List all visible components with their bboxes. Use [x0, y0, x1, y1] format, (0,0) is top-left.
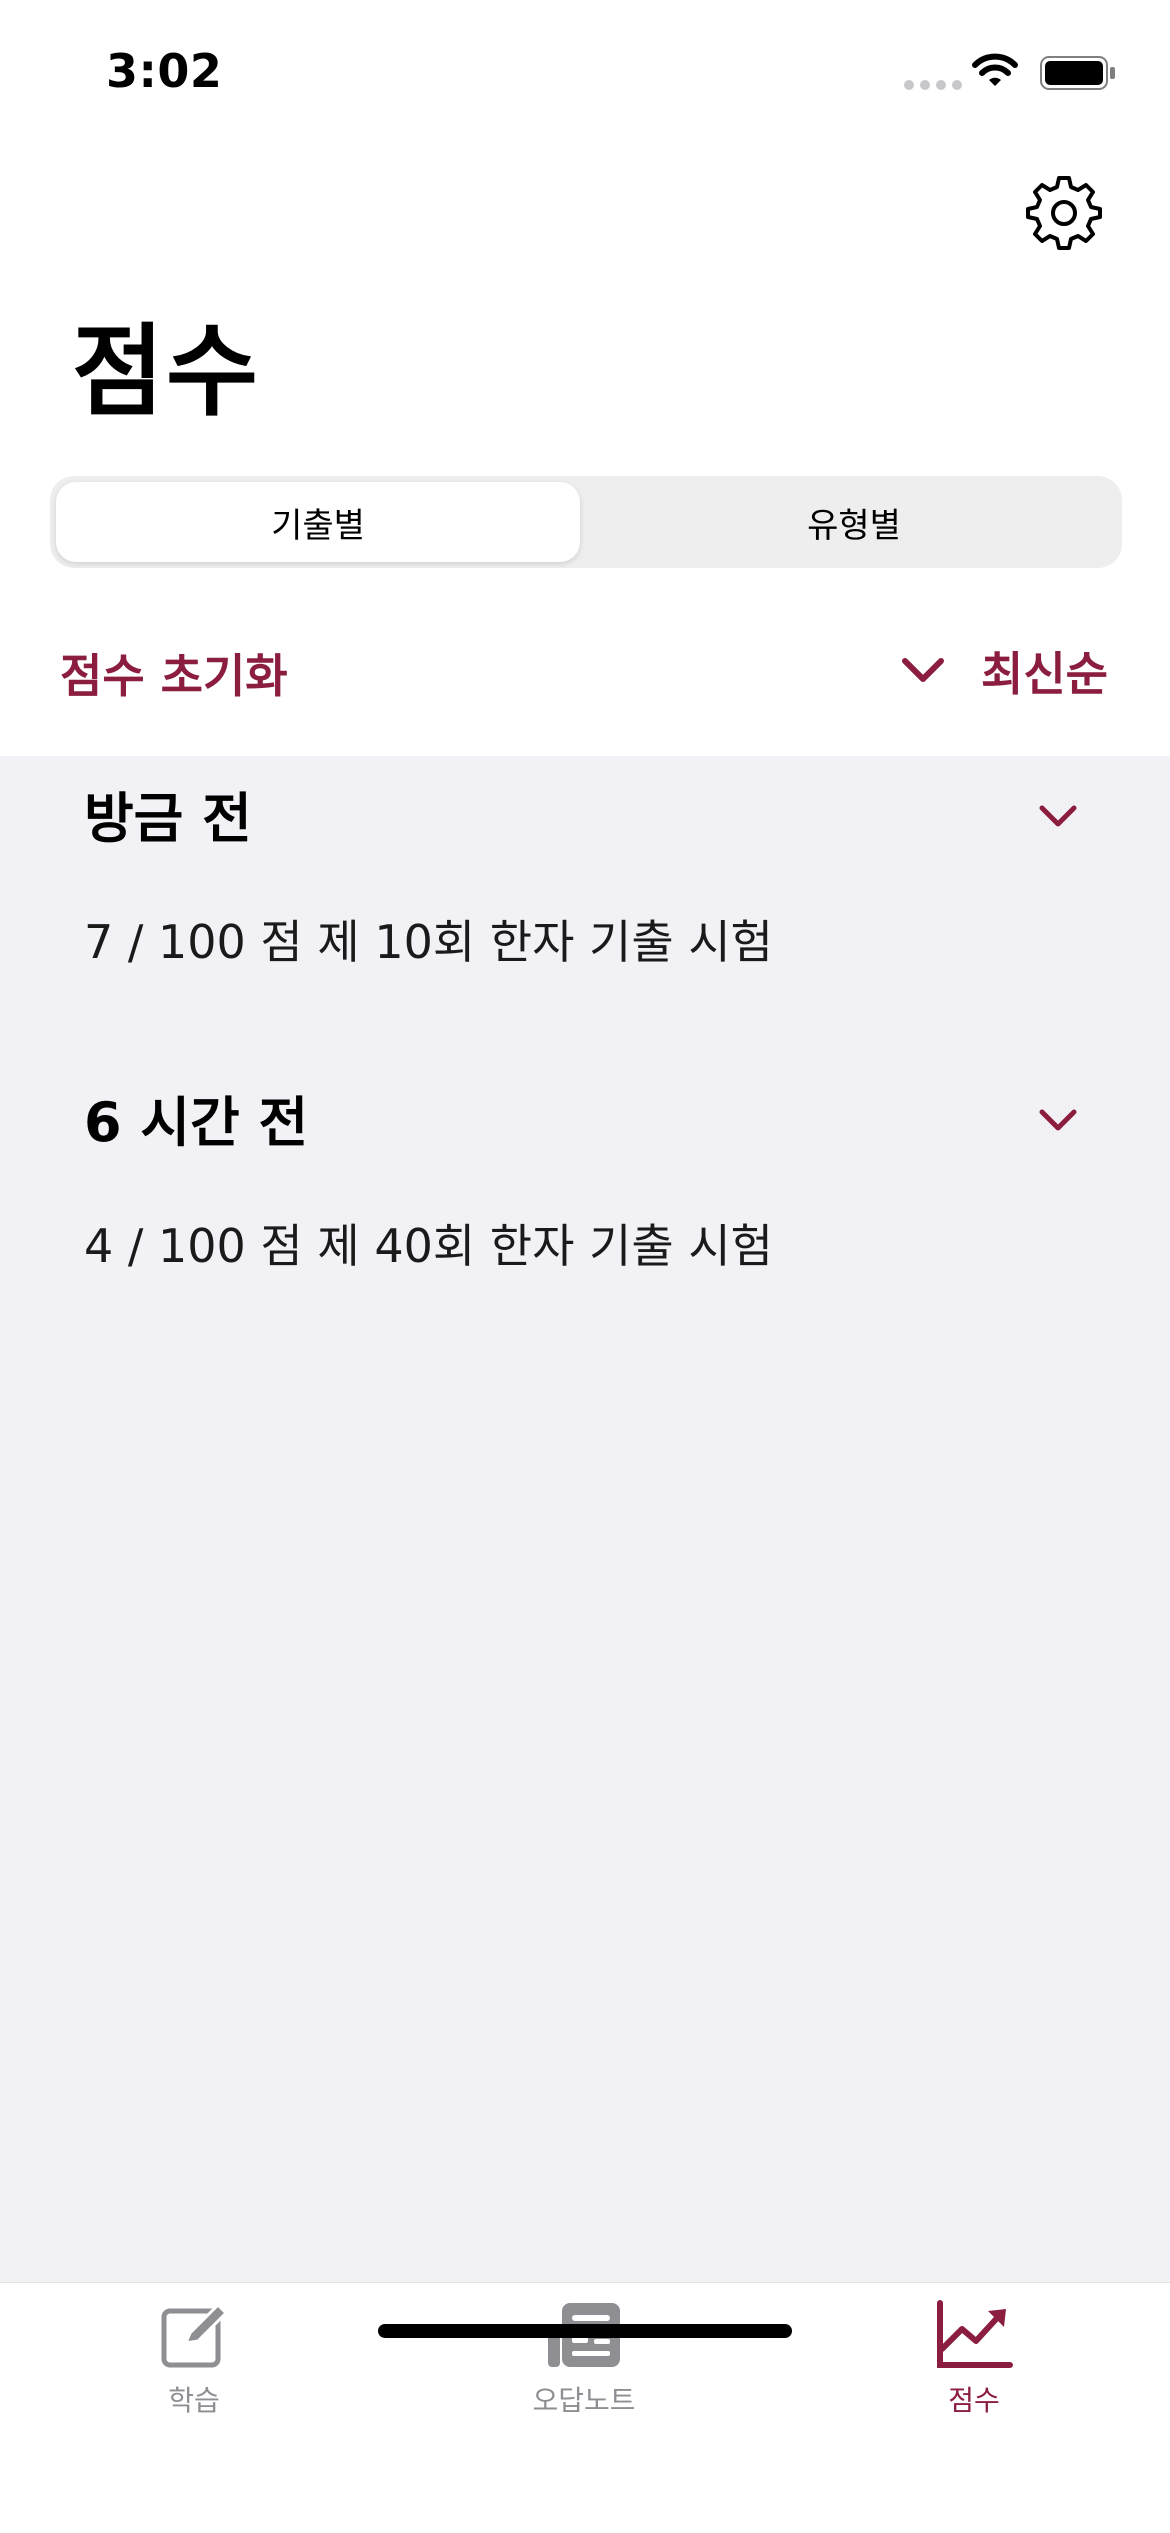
battery-icon — [1040, 56, 1115, 90]
wifi-icon — [972, 53, 1018, 86]
tab-study[interactable]: 학습 — [94, 2299, 294, 2419]
group-header-just-now[interactable]: 방금 전 — [84, 774, 252, 853]
edit-icon — [161, 2302, 229, 2368]
segmented-control: 기출별 유형별 — [50, 476, 1122, 568]
chevron-down-icon — [902, 658, 945, 682]
home-indicator — [378, 2324, 792, 2338]
segment-by-exam[interactable]: 기출별 — [56, 482, 580, 562]
group-chevron-down-icon[interactable] — [1038, 1106, 1078, 1136]
settings-gear-icon[interactable] — [1024, 172, 1104, 252]
group-chevron-down-icon[interactable] — [1038, 802, 1078, 832]
sort-label: 최신순 — [981, 647, 1108, 701]
tab-bar: 학습 오답노트 점수 — [0, 2282, 1170, 2533]
tab-score[interactable]: 점수 — [874, 2299, 1074, 2419]
tab-label: 점수 — [948, 2384, 1000, 2417]
chart-up-icon — [937, 2300, 1013, 2368]
status-time: 3:02 — [106, 44, 223, 98]
score-item[interactable]: 7 / 100 점 제 10회 한자 기출 시험 — [84, 906, 773, 972]
group-header-6-hours-ago[interactable]: 6 시간 전 — [84, 1078, 308, 1157]
cellular-signal-icon — [904, 80, 962, 90]
score-item[interactable]: 4 / 100 점 제 40회 한자 기출 시험 — [84, 1210, 773, 1276]
sort-button[interactable]: 최신순 — [901, 638, 1108, 704]
segment-by-type[interactable]: 유형별 — [592, 482, 1116, 562]
reset-scores-button[interactable]: 점수 초기화 — [60, 640, 288, 706]
tab-label: 오답노트 — [532, 2384, 636, 2417]
page-title: 점수 — [72, 313, 260, 430]
status-bar: 3:02 — [0, 0, 1170, 140]
score-list: 방금 전 7 / 100 점 제 10회 한자 기출 시험 6 시간 전 4 /… — [0, 756, 1170, 2282]
tab-label: 학습 — [168, 2384, 220, 2417]
tab-wrong-answers[interactable]: 오답노트 — [484, 2299, 684, 2419]
